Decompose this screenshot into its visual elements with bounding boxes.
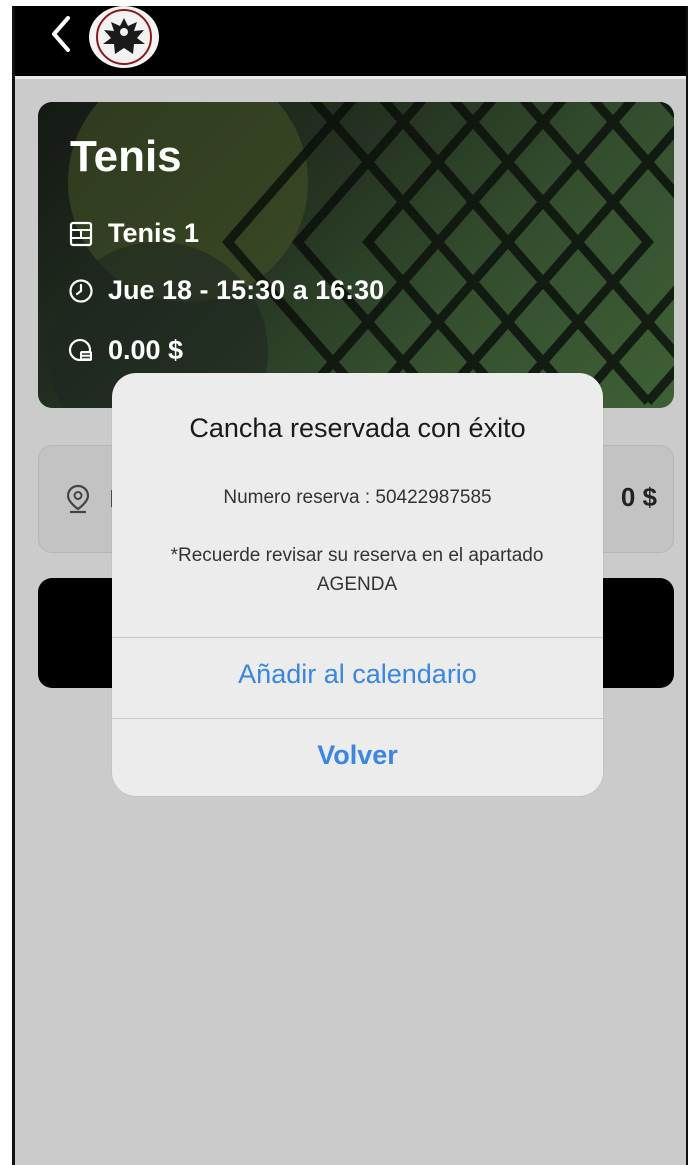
coin-hand-icon [68, 338, 92, 361]
eagle-crest-logo [94, 7, 154, 67]
club-logo [89, 6, 159, 68]
court-row: Tenis 1 [68, 218, 199, 249]
chevron-left-icon [52, 16, 70, 52]
add-to-calendar-button[interactable]: Añadir al calendario [112, 659, 603, 690]
agenda-reminder: *Recuerde revisar su reserva en el apart… [170, 545, 544, 595]
booking-success-dialog: Cancha reservada con éxito Numero reserv… [112, 373, 603, 796]
reservation-number: Numero reserva : 50422987585 [223, 487, 492, 508]
booking-datetime: Jue 18 - 15:30 a 16:30 [108, 275, 385, 305]
dialog-divider [112, 718, 603, 719]
booking-hero-card: Tenis Tenis 1 Jue 18 - 15:30 a 16:30 0.0… [38, 102, 674, 408]
booking-price: 0.00 $ [108, 335, 184, 365]
top-bar [15, 6, 686, 76]
top-bar-divider [15, 76, 686, 79]
map-pin-icon [66, 484, 90, 514]
dialog-divider [112, 637, 603, 638]
court-name: Tenis 1 [108, 218, 200, 248]
back-dialog-button[interactable]: Volver [112, 740, 603, 771]
court-grid-icon [69, 221, 93, 246]
dialog-title: Cancha reservada con éxito [189, 413, 526, 443]
back-button[interactable] [41, 14, 81, 54]
price-row: 0.00 $ [68, 335, 183, 366]
sport-title: Tenis [70, 132, 182, 181]
app-screen: Tenis Tenis 1 Jue 18 - 15:30 a 16:30 0.0… [12, 6, 688, 1165]
datetime-row: Jue 18 - 15:30 a 16:30 [68, 275, 384, 306]
clock-icon [69, 278, 93, 303]
total-price: 0 $ [620, 482, 657, 512]
